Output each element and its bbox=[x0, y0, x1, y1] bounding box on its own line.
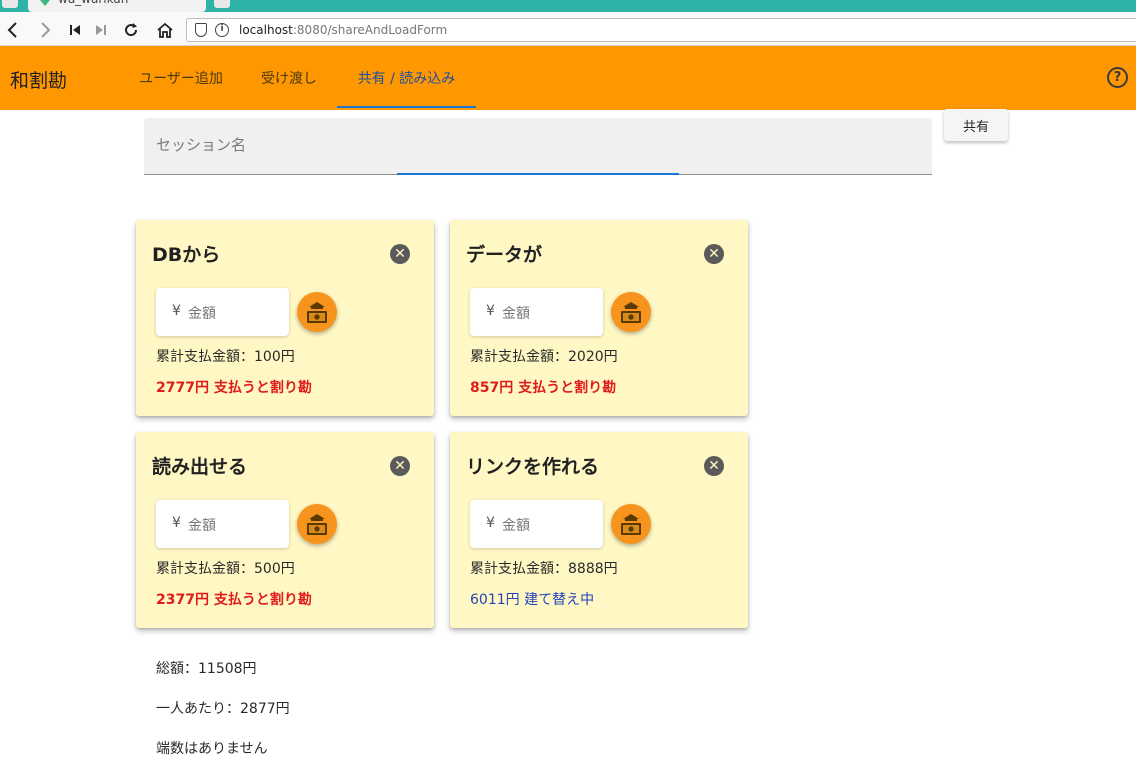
close-icon[interactable]: ✕ bbox=[390, 456, 410, 476]
split-status: 2777円 支払うと割り勘 bbox=[156, 380, 312, 396]
money-icon bbox=[307, 514, 327, 535]
amount-input[interactable]: ¥ 金額 bbox=[156, 288, 289, 336]
user-name: DBから bbox=[152, 244, 221, 266]
money-icon bbox=[621, 514, 641, 535]
skip-back-icon[interactable] bbox=[64, 19, 86, 41]
url-bar[interactable]: i localhost:8080/shareAndLoadForm bbox=[186, 18, 1136, 42]
back-arrow-icon[interactable] bbox=[2, 19, 24, 41]
forward-arrow-icon[interactable] bbox=[34, 19, 56, 41]
reload-icon[interactable] bbox=[120, 19, 142, 41]
user-name: リンクを作れる bbox=[466, 456, 600, 478]
new-tab-button[interactable] bbox=[214, 0, 230, 8]
user-card: リンクを作れる ✕ ¥ 金額 累計支払金額：8888円 6011円 建て替え中 bbox=[450, 432, 748, 628]
browser-toolbar: i localhost:8080/shareAndLoadForm bbox=[0, 12, 1136, 46]
skip-forward-icon[interactable] bbox=[90, 19, 112, 41]
amount-input[interactable]: ¥ 金額 bbox=[470, 500, 603, 548]
active-tab-indicator bbox=[337, 106, 476, 108]
paid-total: 累計支払金額：2020円 bbox=[470, 349, 618, 365]
summary-remainder: 端数はありません bbox=[156, 741, 268, 757]
user-name: 読み出せる bbox=[152, 456, 248, 478]
user-card: データが ✕ ¥ 金額 累計支払金額：2020円 857円 支払うと割り勘 bbox=[450, 220, 748, 416]
amount-input[interactable]: ¥ 金額 bbox=[470, 288, 603, 336]
vue-favicon-icon bbox=[40, 0, 50, 6]
pay-button[interactable] bbox=[297, 504, 337, 544]
info-icon[interactable]: i bbox=[215, 23, 229, 37]
paid-total: 累計支払金額：8888円 bbox=[470, 561, 618, 577]
money-icon bbox=[307, 302, 327, 323]
close-icon[interactable]: ✕ bbox=[704, 456, 724, 476]
tab-share-load[interactable]: 共有 / 読み込み bbox=[337, 46, 476, 110]
yen-prefix: ¥ bbox=[172, 515, 181, 531]
tab-add-user[interactable]: ユーザー追加 bbox=[120, 46, 242, 110]
help-icon[interactable]: ? bbox=[1107, 67, 1128, 88]
close-icon[interactable]: ✕ bbox=[390, 244, 410, 264]
amount-placeholder: 金額 bbox=[502, 518, 530, 534]
app-bar: 和割勘 ユーザー追加 受け渡し 共有 / 読み込み ? bbox=[0, 46, 1136, 110]
money-icon bbox=[621, 302, 641, 323]
pay-button[interactable] bbox=[611, 292, 651, 332]
share-button[interactable]: 共有 bbox=[944, 109, 1008, 141]
amount-placeholder: 金額 bbox=[188, 306, 216, 322]
yen-prefix: ¥ bbox=[486, 303, 495, 319]
close-icon[interactable]: ✕ bbox=[704, 244, 724, 264]
browser-tabstrip: wa_warikan bbox=[0, 0, 1136, 12]
summary-per-person: 一人あたり：2877円 bbox=[156, 701, 290, 717]
browser-tab-title: wa_warikan bbox=[58, 0, 128, 6]
yen-prefix: ¥ bbox=[486, 515, 495, 531]
session-name-field[interactable]: セッション名 bbox=[144, 118, 932, 175]
url-host: localhost bbox=[239, 23, 293, 37]
pay-button[interactable] bbox=[611, 504, 651, 544]
url-text: localhost:8080/shareAndLoadForm bbox=[239, 23, 447, 37]
tab-handover[interactable]: 受け渡し bbox=[242, 46, 336, 110]
split-status: 2377円 支払うと割り勘 bbox=[156, 592, 312, 608]
user-card: 読み出せる ✕ ¥ 金額 累計支払金額：500円 2377円 支払うと割り勘 bbox=[136, 432, 434, 628]
url-path: :8080/shareAndLoadForm bbox=[292, 23, 448, 37]
session-name-label: セッション名 bbox=[156, 136, 247, 154]
session-focus-indicator bbox=[397, 173, 679, 175]
paid-total: 累計支払金額：100円 bbox=[156, 349, 295, 365]
summary-total: 総額：11508円 bbox=[156, 661, 257, 677]
user-card: DBから ✕ ¥ 金額 累計支払金額：100円 2777円 支払うと割り勘 bbox=[136, 220, 434, 416]
amount-placeholder: 金額 bbox=[502, 306, 530, 322]
browser-tab-active[interactable]: wa_warikan bbox=[28, 0, 206, 12]
user-name: データが bbox=[466, 244, 543, 266]
pay-button[interactable] bbox=[297, 292, 337, 332]
browser-tab-left[interactable] bbox=[2, 0, 18, 8]
shield-icon[interactable] bbox=[195, 23, 207, 37]
yen-prefix: ¥ bbox=[172, 303, 181, 319]
app-title: 和割勘 bbox=[10, 70, 68, 92]
paid-total: 累計支払金額：500円 bbox=[156, 561, 295, 577]
amount-input[interactable]: ¥ 金額 bbox=[156, 500, 289, 548]
split-status: 857円 支払うと割り勘 bbox=[470, 380, 617, 396]
split-status: 6011円 建て替え中 bbox=[470, 592, 595, 608]
home-icon[interactable] bbox=[154, 19, 176, 41]
amount-placeholder: 金額 bbox=[188, 518, 216, 534]
